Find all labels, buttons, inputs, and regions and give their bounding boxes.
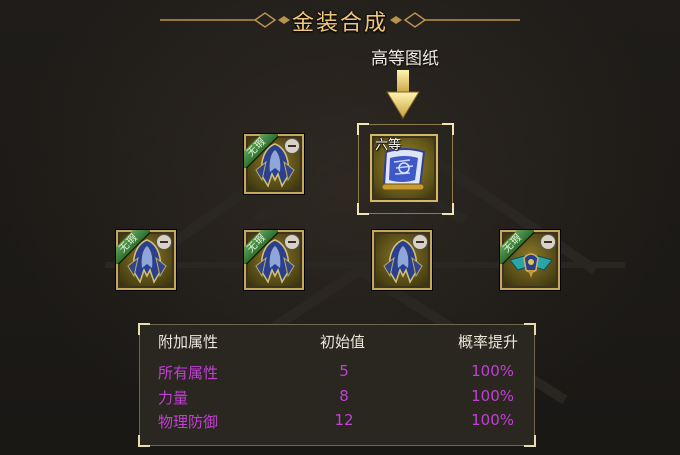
target-subtitle: 高等图纸 [371, 49, 439, 69]
stats-table: 附加属性 初始值 概率提升 所有属性 5 100% 力量 8 100% 物理防御… [138, 323, 536, 447]
panel-title: 金装合成 [291, 11, 388, 36]
material-slot-1[interactable]: 无瑕 [244, 134, 304, 194]
title-bar: 金装合成 [0, 0, 680, 44]
stat-initial: 8 [339, 387, 349, 405]
stat-name: 物理防御 [158, 413, 219, 431]
remove-icon[interactable] [284, 138, 300, 154]
target-grade-label: 六等 [375, 138, 402, 153]
flawless-badge: 无瑕 [244, 134, 278, 168]
remove-icon[interactable] [156, 234, 172, 250]
material-slot-2[interactable]: 无瑕 [116, 230, 176, 290]
remove-icon[interactable] [540, 234, 556, 250]
stat-boost: 100% [471, 411, 514, 429]
material-slot-4[interactable] [372, 230, 432, 290]
stat-boost: 100% [471, 362, 514, 380]
material-slot-5[interactable]: 无瑕 [500, 230, 560, 290]
down-arrow-icon [386, 70, 420, 119]
header-attribute: 附加属性 [158, 333, 219, 351]
stat-name: 力量 [158, 389, 189, 407]
header-initial-value: 初始值 [320, 333, 366, 351]
flawless-badge: 无瑕 [116, 230, 150, 264]
material-slot-3[interactable]: 无瑕 [244, 230, 304, 290]
stat-boost: 100% [471, 387, 514, 405]
title-ornament-right [390, 12, 520, 28]
remove-icon[interactable] [284, 234, 300, 250]
flawless-badge: 无瑕 [500, 230, 534, 264]
target-item-slot[interactable]: 六等 [370, 134, 438, 202]
header-probability-boost: 概率提升 [458, 333, 519, 351]
stat-initial: 12 [334, 411, 354, 429]
stat-initial: 5 [339, 362, 349, 380]
stat-name: 所有属性 [158, 364, 219, 382]
flawless-badge: 无瑕 [244, 230, 278, 264]
blueprint-scroll-icon [381, 148, 426, 191]
remove-icon[interactable] [412, 234, 428, 250]
